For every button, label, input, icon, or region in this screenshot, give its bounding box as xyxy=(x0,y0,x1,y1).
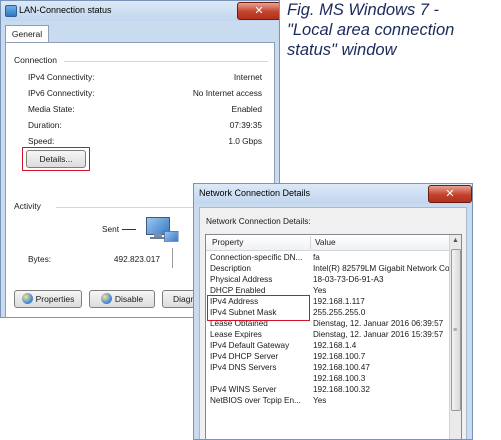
vertical-scrollbar[interactable]: ▲ ≡ xyxy=(449,235,461,439)
properties-button-label: Properties xyxy=(35,294,75,304)
window-title: LAN-Connection status xyxy=(19,5,112,15)
value-cell: Dienstag, 12. Januar 2016 15:39:57 xyxy=(313,330,444,339)
figure-caption: Fig. MS Windows 7 - "Local area connecti… xyxy=(287,0,501,60)
close-button[interactable]: ✕ xyxy=(237,2,279,20)
sent-line xyxy=(122,229,136,230)
ipv6-connectivity-value: No Internet access xyxy=(192,88,262,98)
property-cell: NetBIOS over Tcpip En... xyxy=(210,396,301,405)
property-cell: Lease Expires xyxy=(210,330,262,339)
network-connection-icon xyxy=(5,5,17,17)
list-item[interactable]: IPv4 DHCP Server 192.168.100.7 xyxy=(206,352,452,363)
caption-line-2: "Local area connection xyxy=(287,21,455,39)
media-state-label: Media State: xyxy=(28,104,75,114)
property-cell: Connection-specific DN... xyxy=(210,253,303,262)
value-cell: 192.168.100.3 xyxy=(313,374,366,383)
value-cell: Intel(R) 82579LM Gigabit Network Con xyxy=(313,264,452,273)
ipv4-highlight-box xyxy=(207,295,310,321)
title-bar[interactable]: LAN-Connection status ✕ xyxy=(1,1,279,21)
scrollbar-grip-icon: ≡ xyxy=(453,327,458,334)
caption-line-3: status" window xyxy=(287,41,397,59)
sent-label: Sent xyxy=(102,224,120,234)
column-header-property[interactable]: Property xyxy=(212,237,243,247)
ipv4-connectivity-label: IPv4 Connectivity: xyxy=(28,72,95,82)
value-cell: 192.168.100.47 xyxy=(313,363,370,372)
bytes-sent-value: 492.823.017 xyxy=(113,254,160,264)
property-cell: IPv4 Default Gateway xyxy=(210,341,290,350)
list-header: Property Value xyxy=(206,235,452,251)
title-bar[interactable]: Network Connection Details ✕ xyxy=(194,184,472,204)
speed-label: Speed: xyxy=(28,136,55,146)
activity-group-label: Activity xyxy=(14,201,45,211)
close-button[interactable]: ✕ xyxy=(428,185,472,203)
property-cell: Physical Address xyxy=(210,275,273,284)
details-list[interactable]: Property Value Connection-specific DN...… xyxy=(205,234,462,439)
ipv4-connectivity-value: Internet xyxy=(233,72,262,82)
details-button[interactable]: Details... xyxy=(26,150,86,168)
value-cell: Yes xyxy=(313,286,327,295)
list-item[interactable]: Physical Address 18-03-73-D6-91-A3 xyxy=(206,275,452,286)
value-cell: 18-03-73-D6-91-A3 xyxy=(313,275,384,284)
scroll-up-arrow-icon[interactable]: ▲ xyxy=(452,237,459,244)
divider xyxy=(172,248,173,268)
value-cell: 192.168.100.32 xyxy=(313,385,370,394)
property-cell: Description xyxy=(210,264,251,273)
value-cell: 255.255.255.0 xyxy=(313,308,366,317)
list-item[interactable]: NetBIOS over Tcpip En... Yes xyxy=(206,396,452,407)
caption-line-1: Fig. MS Windows 7 - xyxy=(287,1,440,19)
list-item[interactable]: IPv4 Default Gateway 192.168.1.4 xyxy=(206,341,452,352)
property-cell: IPv4 DHCP Server xyxy=(210,352,279,361)
value-cell: fa xyxy=(313,253,320,262)
shield-icon xyxy=(100,293,112,304)
properties-button[interactable]: Properties xyxy=(14,290,82,308)
disable-button-label: Disable xyxy=(114,294,144,304)
list-item[interactable]: Lease Expires Dienstag, 12. Januar 2016 1… xyxy=(206,330,452,341)
value-cell: Yes xyxy=(313,396,327,405)
value-cell: 192.168.1.117 xyxy=(313,297,365,306)
duration-label: Duration: xyxy=(28,120,62,130)
network-details-window: Network Connection Details ✕ Network Con… xyxy=(193,183,473,440)
close-icon: ✕ xyxy=(445,187,455,200)
bytes-label: Bytes: xyxy=(28,254,52,264)
list-item[interactable]: 192.168.100.3 xyxy=(206,374,452,385)
connection-group-label: Connection xyxy=(14,55,62,65)
value-cell: 192.168.1.4 xyxy=(313,341,357,350)
media-state-value: Enabled xyxy=(231,104,262,114)
window-title: Network Connection Details xyxy=(199,188,311,198)
list-item[interactable]: Connection-specific DN... fa xyxy=(206,253,452,264)
property-cell: IPv4 DNS Servers xyxy=(210,363,277,372)
column-header-value[interactable]: Value xyxy=(315,237,336,247)
divider xyxy=(64,61,268,62)
value-cell: 192.168.100.7 xyxy=(313,352,366,361)
duration-value: 07:39:35 xyxy=(229,120,262,130)
details-heading: Network Connection Details: xyxy=(206,216,311,226)
close-icon: ✕ xyxy=(254,4,264,17)
property-cell: IPv4 WINS Server xyxy=(210,385,277,394)
shield-icon xyxy=(21,293,33,304)
list-item[interactable]: Description Intel(R) 82579LM Gigabit Netw… xyxy=(206,264,452,275)
value-cell: Dienstag, 12. Januar 2016 06:39:57 xyxy=(313,319,444,328)
list-item[interactable]: IPv4 WINS Server 192.168.100.32 xyxy=(206,385,452,396)
details-body: Network Connection Details: Property Val… xyxy=(199,207,467,439)
ipv6-connectivity-label: IPv6 Connectivity: xyxy=(28,88,95,98)
property-cell: DHCP Enabled xyxy=(210,286,266,295)
speed-value: 1.0 Gbps xyxy=(228,136,262,146)
disable-button[interactable]: Disable xyxy=(89,290,155,308)
list-item[interactable]: IPv4 DNS Servers 192.168.100.47 xyxy=(206,363,452,374)
